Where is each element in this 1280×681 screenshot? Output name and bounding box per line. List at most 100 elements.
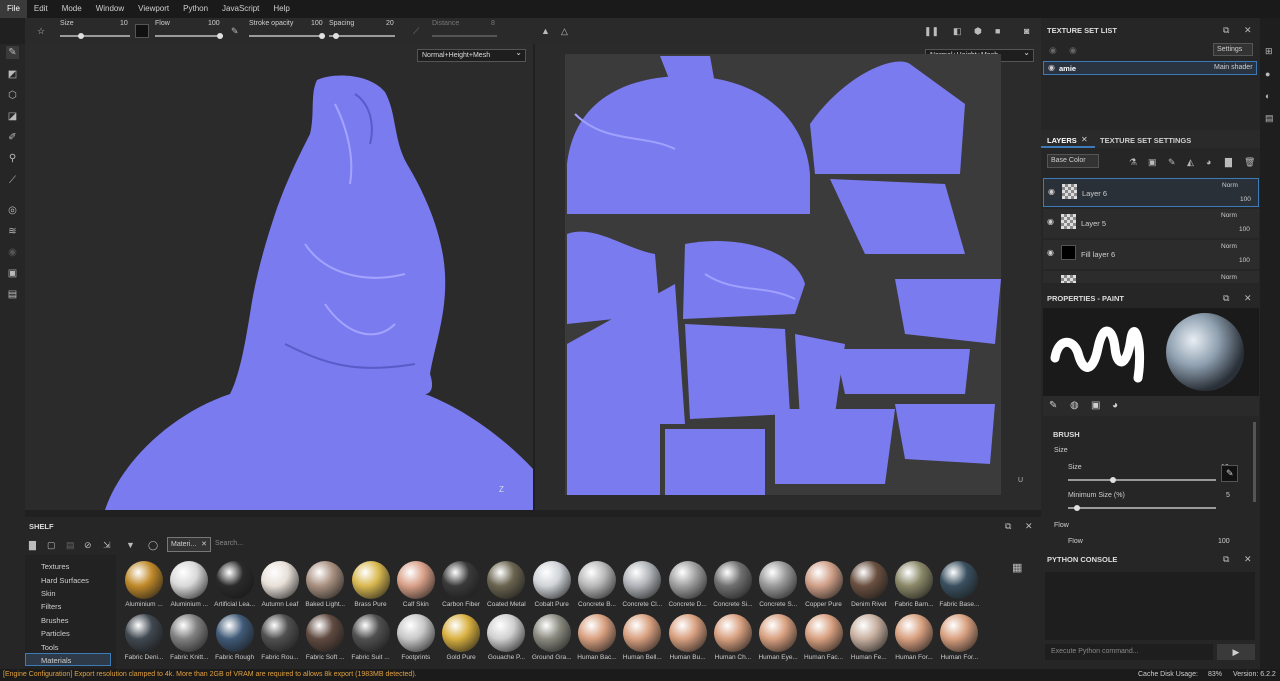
material-thumbnail[interactable] <box>668 614 707 652</box>
bake-icon[interactable]: ◎ <box>6 204 19 217</box>
settings-dropdown[interactable]: Settings <box>1213 43 1253 56</box>
brush-size-slider[interactable] <box>1068 477 1216 483</box>
spacing-value[interactable]: 20 <box>386 20 394 27</box>
new-folder-icon[interactable]: ▢ <box>47 540 56 550</box>
material-thumbnail[interactable] <box>804 561 843 599</box>
material-thumbnail[interactable] <box>125 614 163 652</box>
hide-icon[interactable]: ⊘ <box>84 540 92 550</box>
material-thumbnail[interactable] <box>623 561 662 599</box>
properties-scrollbar[interactable] <box>1253 422 1256 502</box>
float-panel-icon[interactable]: ⧉ <box>1223 554 1229 564</box>
shelf-cat-tools[interactable]: Tools <box>41 643 59 652</box>
folder-icon[interactable]: ▇ <box>29 540 36 550</box>
material-thumbnail[interactable] <box>487 561 526 599</box>
smudge-icon[interactable]: ✐ <box>6 131 19 144</box>
spacing-slider[interactable] <box>329 33 395 39</box>
material-thumbnail[interactable] <box>532 561 571 599</box>
blend-mode-select[interactable]: Norm <box>1221 243 1237 250</box>
material-thumbnail[interactable] <box>849 614 888 652</box>
delete-layer-icon[interactable]: 🗑 <box>1244 157 1255 167</box>
float-panel-icon[interactable]: ⧉ <box>1223 293 1229 303</box>
menu-file[interactable]: File <box>0 0 27 18</box>
flow-slider[interactable] <box>155 33 223 39</box>
clone-stamp-icon[interactable]: ⚲ <box>6 152 19 165</box>
material-thumbnail[interactable] <box>895 614 934 652</box>
layer-opacity[interactable]: 100 <box>1239 226 1250 233</box>
pause-icon[interactable]: ❚❚ <box>924 26 939 36</box>
material-thumbnail[interactable] <box>351 614 390 652</box>
display-settings-icon[interactable]: ◐ <box>1265 91 1270 101</box>
paint-brush-icon[interactable]: ✎ <box>6 46 19 59</box>
material-thumbnail[interactable] <box>940 614 979 652</box>
remove-filter-icon[interactable]: ✕ <box>201 538 207 551</box>
filter-tag[interactable]: Materi... ✕ <box>167 537 211 552</box>
add-fill-layer-icon[interactable]: ◭ <box>1187 157 1194 167</box>
texture-set-row[interactable]: ◉ amie Main shader <box>1043 61 1257 75</box>
log-icon[interactable]: ▤ <box>1265 113 1274 123</box>
float-panel-icon[interactable]: ⧉ <box>1005 521 1011 531</box>
shelf-cat-materials[interactable]: Materials <box>41 656 71 665</box>
layer-row[interactable]: ◉ Fill layer 6 Norm 100 <box>1043 240 1259 269</box>
material-thumbnail[interactable] <box>396 561 435 599</box>
grid-view-icon[interactable]: ▦ <box>1012 563 1022 574</box>
add-paint-layer-icon[interactable]: ✎ <box>1168 157 1176 167</box>
camera-icon[interactable]: ■ <box>995 26 1000 36</box>
material-thumbnail[interactable] <box>849 561 888 599</box>
pen-pressure-button[interactable]: ✎ <box>1221 465 1238 482</box>
add-mask-icon[interactable]: ▣ <box>1148 157 1157 167</box>
texture-set-shader[interactable]: Main shader <box>1214 64 1253 71</box>
3d-view-icon[interactable]: ⬢ <box>974 26 982 36</box>
screenshot-icon[interactable]: ◙ <box>1024 26 1029 36</box>
run-python-button[interactable]: ▶ <box>1217 644 1255 660</box>
material-thumbnail[interactable] <box>487 614 526 652</box>
photoshop-icon[interactable]: ▣ <box>6 267 19 280</box>
flow-value[interactable]: 100 <box>1218 538 1230 545</box>
projection-icon[interactable]: ⬡ <box>6 89 19 102</box>
add-smart-material-icon[interactable]: ◕ <box>1206 157 1211 167</box>
channel-select[interactable]: Base Color <box>1047 154 1099 168</box>
material-thumbnail[interactable] <box>306 614 345 652</box>
texture-set-icon[interactable]: ⊞ <box>1265 46 1273 56</box>
menu-window[interactable]: Window <box>89 0 131 18</box>
import-icon[interactable]: ⇲ <box>103 540 111 550</box>
material-thumbnail[interactable] <box>895 561 934 599</box>
material-thumbnail[interactable] <box>623 614 662 652</box>
close-icon[interactable]: ✕ <box>1244 554 1252 564</box>
shelf-cat-filters[interactable]: Filters <box>41 602 61 611</box>
material-thumbnail[interactable] <box>940 561 979 599</box>
min-size-value[interactable]: 5 <box>1226 492 1230 499</box>
material-thumbnail[interactable] <box>215 614 254 652</box>
filter-icon[interactable]: ▼ <box>126 540 135 550</box>
material-thumbnail[interactable] <box>170 561 209 599</box>
close-icon[interactable]: ✕ <box>1025 521 1033 531</box>
tab-texture-set-settings[interactable]: TEXTURE SET SETTINGS <box>1100 136 1191 145</box>
menu-viewport[interactable]: Viewport <box>131 0 176 18</box>
material-thumbnail[interactable] <box>215 561 254 599</box>
material-thumbnail[interactable] <box>442 561 481 599</box>
shelf-search-input[interactable]: Search... <box>215 540 243 547</box>
eye-icon[interactable]: ◉ <box>1047 217 1054 226</box>
color-picker-icon[interactable]: ⟋ <box>6 174 19 187</box>
layer-row[interactable]: ◉ Layer 5 Norm 100 <box>1043 209 1259 238</box>
brush-preview-button[interactable] <box>135 24 149 38</box>
layers-icon[interactable]: ≋ <box>6 225 19 238</box>
add-effect-icon[interactable]: ⚗ <box>1129 157 1137 167</box>
alpha-tab-icon[interactable]: ◍ <box>1070 400 1079 411</box>
material-thumbnail[interactable] <box>532 614 571 652</box>
layer-row[interactable]: ◉ Layer 6 Norm 100 <box>1043 178 1259 207</box>
blend-mode-select[interactable]: Norm <box>1221 274 1237 281</box>
float-panel-icon[interactable]: ⧉ <box>1223 25 1229 35</box>
python-command-input[interactable]: Execute Python command... <box>1045 644 1213 660</box>
min-size-slider[interactable] <box>1068 505 1216 511</box>
viewport-2d-uv[interactable]: Normal+Height+Mesh U <box>535 44 1041 510</box>
polygon-fill-icon[interactable]: ◪ <box>6 110 19 123</box>
layer-opacity[interactable]: 100 <box>1240 196 1251 203</box>
stencil-tab-icon[interactable]: ▣ <box>1091 400 1100 411</box>
eye-icon[interactable]: ◉ <box>1048 187 1055 196</box>
blend-mode-select[interactable]: Norm <box>1221 212 1237 219</box>
eraser-icon[interactable]: ◩ <box>6 68 19 81</box>
material-thumbnail[interactable] <box>442 614 481 652</box>
pen-pressure-icon[interactable]: ✎ <box>231 26 239 36</box>
menu-javascript[interactable]: JavaScript <box>215 0 266 18</box>
material-thumbnail[interactable] <box>578 561 616 599</box>
